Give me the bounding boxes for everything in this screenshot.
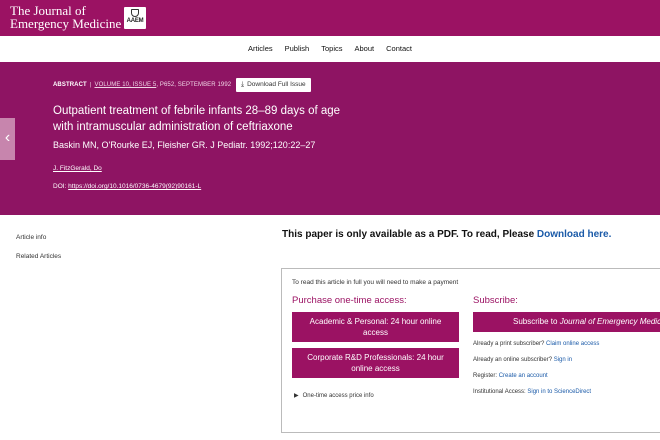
- sidebar-item-article-info[interactable]: Article info: [16, 234, 46, 241]
- nav-topics[interactable]: Topics: [315, 36, 348, 62]
- subscribe-button-prefix: Subscribe to: [513, 317, 560, 326]
- doi-link[interactable]: https://doi.org/10.1016/0736-4679(92)901…: [68, 183, 201, 190]
- create-account-link[interactable]: Create an account: [499, 373, 548, 379]
- previous-article-button[interactable]: ‹: [0, 118, 15, 160]
- purchase-panel: To read this article in full you will ne…: [281, 268, 660, 433]
- sign-in-link[interactable]: Sign in: [554, 357, 572, 363]
- download-here-link[interactable]: Download here.: [537, 229, 611, 240]
- article-title: Outpatient treatment of febrile infants …: [53, 105, 341, 133]
- subscribe-heading: Subscribe:: [473, 295, 518, 306]
- download-full-issue-button[interactable]: ⤓ Download Full Issue: [236, 78, 311, 92]
- online-subscriber-text: Already an online subscriber?: [473, 357, 554, 363]
- meta-separator: |: [89, 82, 92, 88]
- subscribe-button-journal: Journal of Emergency Medicine: [559, 317, 660, 326]
- sidebar-item-related-articles[interactable]: Related Articles: [16, 253, 61, 260]
- site-header: The Journal of Emergency Medicine AAEM: [0, 0, 660, 36]
- aaem-logo[interactable]: AAEM: [124, 7, 146, 29]
- aaem-logo-text: AAEM: [126, 18, 144, 24]
- journal-logo-title[interactable]: The Journal of Emergency Medicine: [10, 4, 121, 30]
- pages-date: , P652, SEPTEMBER 1992: [156, 82, 232, 88]
- print-subscriber-text: Already a print subscriber?: [473, 341, 547, 347]
- article-type-label: ABSTRACT: [53, 82, 87, 88]
- download-full-issue-label: Download Full Issue: [247, 81, 306, 88]
- register-line: Register: Create an account: [473, 373, 548, 379]
- subscribe-button[interactable]: Subscribe to Journal of Emergency Medici…: [473, 312, 660, 332]
- doi: DOI: https://doi.org/10.1016/0736-4679(9…: [53, 183, 201, 190]
- nav-publish[interactable]: Publish: [279, 36, 316, 62]
- article-meta: ABSTRACT | VOLUME 10, ISSUE 5, P652, SEPTE…: [53, 82, 231, 88]
- caret-right-icon: ▶: [294, 393, 299, 399]
- download-icon: ⤓: [241, 81, 245, 88]
- pdf-notice-text: This paper is only available as a PDF. T…: [282, 229, 537, 240]
- doi-label: DOI:: [53, 183, 69, 190]
- aaem-shield-icon: [131, 9, 139, 17]
- academic-access-button[interactable]: Academic & Personal: 24 hour online acce…: [292, 312, 459, 342]
- price-info-label: One-time access price info: [302, 393, 374, 399]
- nav-articles[interactable]: Articles: [242, 36, 279, 62]
- nav-about[interactable]: About: [349, 36, 381, 62]
- journal-title-line2: Emergency Medicine: [10, 16, 122, 31]
- one-time-access-heading: Purchase one-time access:: [292, 295, 407, 306]
- price-info-toggle[interactable]: ▶ One-time access price info: [294, 392, 374, 399]
- sciencedirect-sign-in-link[interactable]: Sign in to ScienceDirect: [527, 389, 591, 395]
- nav-contact[interactable]: Contact: [380, 36, 418, 62]
- online-subscriber-line: Already an online subscriber? Sign in: [473, 357, 572, 363]
- payment-intro: To read this article in full you will ne…: [292, 279, 459, 286]
- institutional-access-text: Institutional Access:: [473, 389, 528, 395]
- chevron-left-icon: ‹: [4, 129, 11, 146]
- article-citation: Baskin MN, O'Rourke EJ, Fleisher GR. J P…: [53, 140, 316, 150]
- pdf-notice: This paper is only available as a PDF. T…: [282, 229, 611, 240]
- print-subscriber-line: Already a print subscriber? Claim online…: [473, 341, 599, 347]
- article-hero: ‹ ABSTRACT | VOLUME 10, ISSUE 5, P652, SEP…: [0, 62, 660, 215]
- main-nav: Articles Publish Topics About Contact: [0, 36, 660, 62]
- corporate-access-button[interactable]: Corporate R&D Professionals: 24 hour onl…: [292, 348, 459, 378]
- volume-issue-link[interactable]: VOLUME 10, ISSUE 5: [94, 82, 156, 88]
- claim-online-access-link[interactable]: Claim online access: [546, 341, 599, 347]
- author-link[interactable]: J. FitzGerald, Do: [53, 165, 102, 172]
- institutional-access-line: Institutional Access: Sign in to Science…: [473, 389, 591, 395]
- register-text: Register:: [473, 373, 499, 379]
